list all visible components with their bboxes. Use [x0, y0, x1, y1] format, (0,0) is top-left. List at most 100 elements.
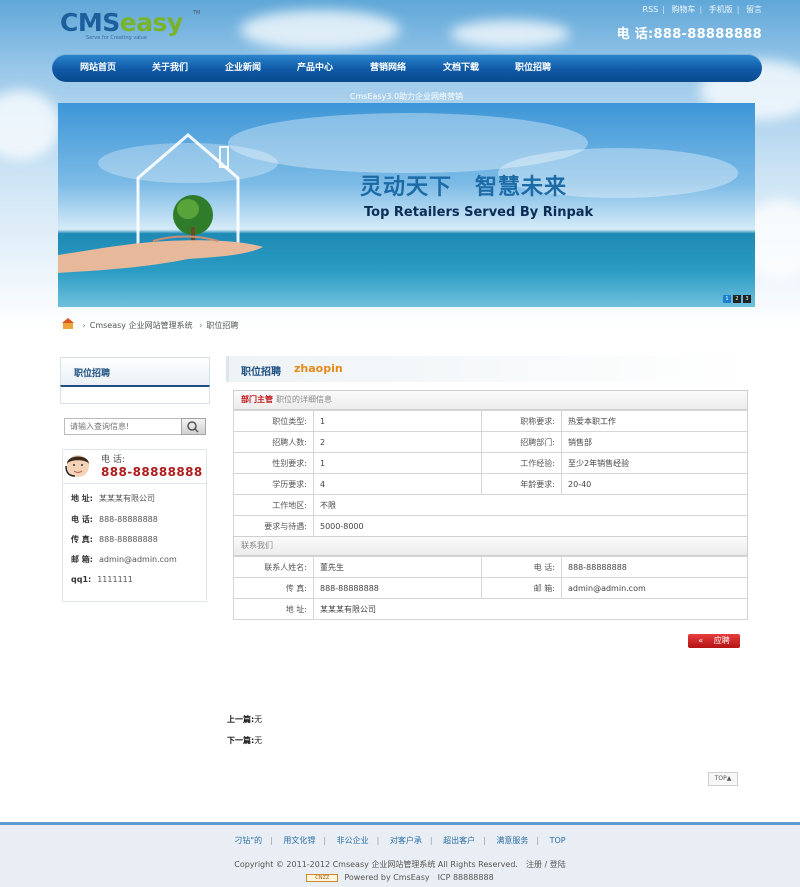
customer-service-avatar — [65, 455, 89, 477]
site-logo[interactable]: CMSeasy TM Serve for Creating value — [60, 10, 210, 44]
footer: 刁钻"的 | 用文化锝 | 非公企业 | 对客户承 | 超出客户 | 满意服务 | TOP … — [0, 822, 800, 887]
sidebar-header: 职位招聘 — [60, 357, 210, 385]
field-label: 年龄要求: — [481, 473, 562, 495]
job-detail-label: 职位的详细信息 — [276, 395, 332, 404]
sidebar-title[interactable]: 职位招聘 — [74, 366, 110, 379]
footer-link[interactable]: 用文化锝 — [283, 836, 315, 845]
footer-link[interactable]: 对客户承 — [390, 836, 422, 845]
prev-value: 无 — [254, 715, 263, 724]
field-value: 888-88888888 — [561, 556, 748, 578]
nav-item-about[interactable]: 关于我们 — [152, 54, 188, 82]
field-value: 至少2年销售经验 — [561, 452, 748, 474]
field-label: 要求与待遇: — [233, 515, 314, 537]
search-input[interactable] — [64, 418, 182, 435]
cloud — [0, 90, 60, 160]
contact-section-bar: 联系我们 — [233, 536, 748, 556]
prev-article: 上一篇:无 — [227, 714, 262, 725]
footer-link-top[interactable]: TOP — [550, 836, 566, 845]
search-button[interactable] — [181, 418, 206, 435]
header-telephone: 电 话:888-88888888 — [616, 27, 762, 42]
next-value: 无 — [254, 736, 263, 745]
field-value: 2 — [313, 431, 482, 453]
banner-slideshow[interactable]: 灵动天下 智慧未来 Top Retailers Served By Rinpak… — [58, 103, 755, 307]
field-label: 联系人姓名: — [233, 556, 314, 578]
field-label: 工作经验: — [481, 452, 562, 474]
logo-trademark: TM — [193, 10, 201, 16]
sidebar-contact-header: 电 话: 888-88888888 — [62, 449, 207, 484]
field-label: 招聘人数: — [233, 431, 314, 453]
field-label: 职位类型: — [233, 410, 314, 432]
contact-table: 联系人姓名: 董先生 电 话: 888-88888888 传 真: 888-88… — [233, 556, 748, 620]
cloud — [240, 10, 400, 50]
field-label: 电 话: — [481, 556, 562, 578]
nav-item-jobs[interactable]: 职位招聘 — [515, 54, 551, 82]
field-label: 学历要求: — [233, 473, 314, 495]
banner-dot-3[interactable]: 3 — [743, 295, 751, 303]
field-value: 888-88888888 — [313, 577, 482, 599]
table-row: 地 址: 某某某有限公司 — [233, 598, 748, 620]
nav-item-products[interactable]: 产品中心 — [297, 54, 333, 82]
sidebar-menu-body — [60, 385, 210, 404]
field-label: 职称要求: — [481, 410, 562, 432]
footer-links: 刁钻"的 | 用文化锝 | 非公企业 | 对客户承 | 超出客户 | 满意服务 | TOP — [234, 836, 566, 845]
banner-caption: CmsEasy3.0助力企业网络营销 — [349, 92, 464, 101]
table-row: 传 真: 888-88888888 邮 箱: admin@admin.com — [233, 577, 748, 599]
cnzz-badge[interactable]: CNZZ — [306, 873, 339, 882]
nav-item-news[interactable]: 企业新闻 — [225, 54, 261, 82]
logo-wordmark: CMSeasy — [60, 10, 210, 35]
field-label: 邮 箱: — [481, 577, 562, 599]
contact-address: 地 址: 某某某有限公司 — [71, 494, 155, 503]
footer-link[interactable]: 超出客户 — [443, 836, 475, 845]
field-label: 性别要求: — [233, 452, 314, 474]
job-title-bar: 部门主管 职位的详细信息 — [233, 390, 748, 410]
table-row: 职位类型: 1 职称要求: 热爱本职工作 — [233, 410, 748, 432]
field-value: 4 — [313, 473, 482, 495]
banner-subline: Top Retailers Served By Rinpak — [364, 205, 594, 220]
breadcrumb-item-current[interactable]: 职位招聘 — [206, 321, 238, 330]
toplink-guestbook[interactable]: 留言 — [746, 5, 762, 14]
cloud — [450, 20, 570, 48]
nav-item-home[interactable]: 网站首页 — [80, 54, 116, 82]
main-nav: 网站首页 关于我们 企业新闻 产品中心 营销网络 文档下载 职位招聘 — [52, 54, 762, 82]
nav-item-network[interactable]: 营销网络 — [370, 54, 406, 82]
search-icon — [187, 421, 199, 433]
toplink-rss[interactable]: RSS — [643, 5, 659, 14]
content-subtitle: zhaopin — [294, 362, 343, 375]
field-label: 地 址: — [233, 598, 314, 620]
field-label: 招聘部门: — [481, 431, 562, 453]
footer-copyright: Copyright © 2011-2012 Cmseasy 企业网站管理系统 A… — [234, 860, 566, 869]
nav-item-downloads[interactable]: 文档下载 — [443, 54, 479, 82]
contact-email: 邮 箱: admin@admin.com — [71, 555, 177, 564]
next-label: 下一篇: — [227, 736, 255, 745]
field-label: 传 真: — [233, 577, 314, 599]
field-value: 某某某有限公司 — [313, 598, 748, 620]
field-value: 不限 — [313, 494, 748, 516]
toplink-mobile[interactable]: 手机版 — [709, 5, 733, 14]
logo-text-cms: CMS — [60, 8, 120, 37]
field-value: 1 — [313, 410, 482, 432]
footer-link[interactable]: 满意服务 — [496, 836, 528, 845]
breadcrumb: › Cmseasy 企业网站管理系统 › 职位招聘 — [62, 318, 238, 331]
banner-pager: 123 — [721, 293, 751, 303]
footer-link[interactable]: 非公企业 — [337, 836, 369, 845]
prev-label: 上一篇: — [227, 715, 255, 724]
footer-link[interactable]: 刁钻"的 — [234, 836, 262, 845]
sidebar-contact-info: 地 址: 某某某有限公司 电 话: 888-88888888 传 真: 888-888… — [62, 484, 207, 602]
table-row: 招聘人数: 2 招聘部门: 销售部 — [233, 431, 748, 453]
field-value: 5000-8000 — [313, 515, 748, 537]
logo-slogan: Serve for Creating value — [86, 35, 147, 41]
top-links: RSS | 购物车 | 手机版 | 留言 — [642, 5, 762, 14]
content-title: 职位招聘 — [241, 367, 281, 378]
banner-headline: 灵动天下 智慧未来 — [360, 175, 568, 200]
table-row: 工作地区: 不限 — [233, 494, 748, 516]
home-icon[interactable] — [62, 318, 76, 330]
apply-button[interactable]: « 应聘 — [688, 634, 740, 648]
breadcrumb-item-site[interactable]: Cmseasy 企业网站管理系统 — [90, 321, 193, 330]
banner-dot-2[interactable]: 2 — [733, 295, 741, 303]
toplink-cart[interactable]: 购物车 — [672, 5, 696, 14]
banner-dot-1[interactable]: 1 — [723, 295, 731, 303]
contact-fax: 传 真: 888-88888888 — [71, 535, 158, 544]
back-to-top-button[interactable]: TOP▲ — [708, 772, 738, 786]
contact-tel-number: 888-88888888 — [101, 465, 203, 479]
next-article: 下一篇:无 — [227, 735, 262, 746]
